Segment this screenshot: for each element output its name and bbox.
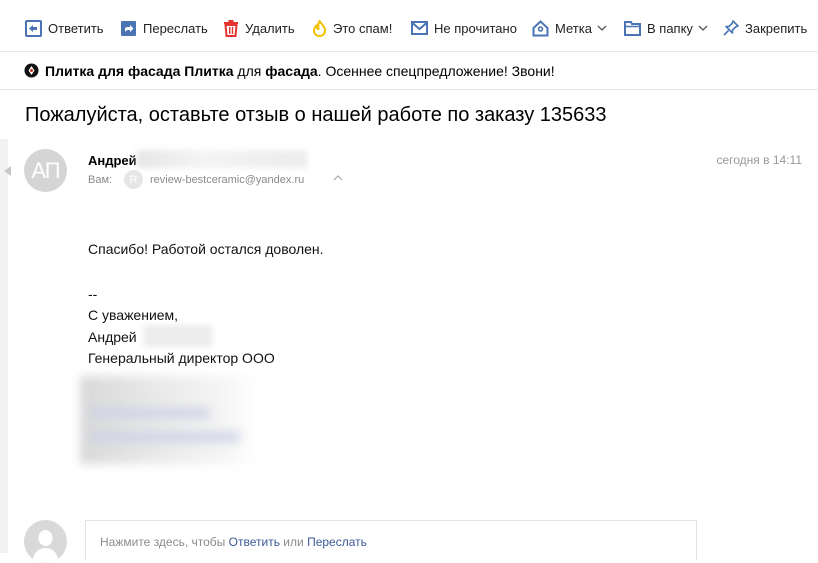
body-line: Спасибо! Работой остался доволен. xyxy=(88,241,324,257)
redacted-contact-block xyxy=(80,372,258,464)
signature-position: Генеральный директор ООО xyxy=(88,350,275,366)
recipient-label: Вам: xyxy=(88,174,113,186)
spam-label: Это спам! xyxy=(333,20,393,36)
promo-middle: для xyxy=(237,62,262,79)
forward-label: Переслать xyxy=(143,20,208,36)
unread-label: Не прочитано xyxy=(434,20,517,36)
signature-separator: -- xyxy=(88,286,98,302)
redacted-sender-surname xyxy=(137,150,307,168)
chevron-down-icon xyxy=(597,25,607,31)
signature-name: Андрей xyxy=(88,329,137,345)
promo-logo-icon xyxy=(24,63,39,78)
chevron-up-icon[interactable] xyxy=(333,174,343,181)
pin-label: Закрепить xyxy=(745,20,808,36)
promo-bold-1: Плитка для фасада xyxy=(45,62,181,79)
reply-or: или xyxy=(283,535,304,549)
message-subject: Пожалуйста, оставьте отзыв о нашей работ… xyxy=(25,104,607,126)
mark-unread-button[interactable]: Не прочитано xyxy=(411,18,517,38)
user-avatar xyxy=(24,520,67,563)
folder-icon xyxy=(624,20,641,36)
spam-button[interactable]: Это спам! xyxy=(312,18,392,38)
message-date: сегодня в 14:11 xyxy=(716,153,802,167)
chevron-down-icon xyxy=(698,25,708,31)
label-label: Метка xyxy=(555,20,592,36)
delete-label: Удалить xyxy=(245,20,295,36)
pin-button[interactable]: Закрепить xyxy=(723,18,807,38)
signature-regards: С уважением, xyxy=(88,307,179,323)
delete-button[interactable]: Удалить xyxy=(223,18,295,38)
promo-banner[interactable]: Плитка для фасада Плитка для фасада. Осе… xyxy=(0,52,818,90)
fire-icon xyxy=(312,19,327,37)
redacted-surname xyxy=(144,325,212,347)
label-dropdown[interactable]: Метка xyxy=(532,18,613,38)
message-toolbar: Ответить Переслать Удалить Это спам! Не … xyxy=(0,0,818,52)
tag-icon xyxy=(532,19,549,36)
quick-reply-box[interactable]: Нажмите здесь, чтобы Ответить или Пересл… xyxy=(85,520,697,560)
sender-name[interactable]: Андрей xyxy=(88,153,137,168)
promo-bold-2: Плитка xyxy=(184,62,234,79)
user-silhouette-icon xyxy=(32,530,59,563)
pin-icon xyxy=(723,20,739,36)
trash-icon xyxy=(224,19,238,37)
reply-button[interactable]: Ответить xyxy=(25,18,104,38)
promo-bold-3: фасада xyxy=(265,62,318,79)
reply-label: Ответить xyxy=(48,20,104,36)
sender-avatar[interactable]: АП xyxy=(24,149,67,192)
quick-reply-link[interactable]: Ответить xyxy=(229,535,280,549)
forward-icon xyxy=(121,20,136,36)
reply-icon xyxy=(25,19,42,37)
forward-button[interactable]: Переслать xyxy=(120,18,208,38)
quick-forward-link[interactable]: Переслать xyxy=(307,535,367,549)
reply-prompt: Нажмите здесь, чтобы xyxy=(100,535,226,549)
recipient-email[interactable]: review-bestceramic@yandex.ru xyxy=(150,174,304,186)
folder-label: В папку xyxy=(647,20,693,36)
collapse-arrow-icon[interactable] xyxy=(4,166,11,176)
recipient-avatar: R xyxy=(124,170,143,189)
thread-divider xyxy=(0,139,8,553)
promo-rest: . Осеннее спецпредложение! Звони! xyxy=(317,62,555,79)
move-to-folder-dropdown[interactable]: В папку xyxy=(624,18,714,38)
envelope-icon xyxy=(411,21,428,35)
